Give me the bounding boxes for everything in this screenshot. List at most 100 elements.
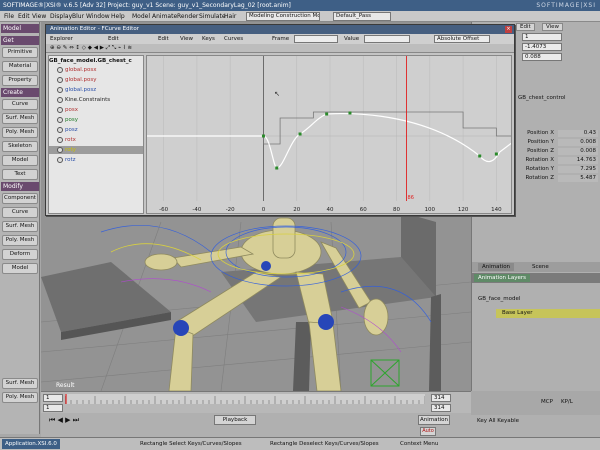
graph-background	[147, 56, 511, 213]
ae-menu-explorer[interactable]: Explorer	[50, 36, 73, 43]
tree-item[interactable]: global.posx	[49, 66, 143, 74]
menu-window[interactable]: Window	[86, 12, 110, 21]
tree-item[interactable]: posz	[49, 126, 143, 134]
param-rotation-x[interactable]: Rotation X 14.763	[518, 157, 600, 164]
transform-field-2[interactable]: -1.4073	[522, 43, 562, 51]
animation-editor-title-bar[interactable]: Animation Editor - FCurve Editor ×	[46, 25, 514, 34]
modify-surf-mesh-button[interactable]: Surf. Mesh	[2, 221, 38, 232]
menu-blur[interactable]: Blur	[72, 12, 84, 21]
param-position-x[interactable]: Position X 0.43	[518, 130, 600, 137]
mcp-button[interactable]: MCP	[541, 399, 553, 405]
frame-field[interactable]	[294, 35, 338, 43]
transform-field-3[interactable]: 0.088	[522, 53, 562, 61]
layer-item[interactable]: Base Layer	[496, 309, 600, 318]
tree-item[interactable]: posx	[49, 106, 143, 114]
current-frame-field[interactable]: 1	[43, 404, 63, 412]
create-poly-mesh-button[interactable]: Poly. Mesh	[2, 127, 38, 138]
transform-field-1[interactable]: 1	[522, 33, 562, 41]
modify-deform-button[interactable]: Deform	[2, 249, 38, 260]
tab-animation[interactable]: Animation	[478, 263, 515, 271]
key-all-keyable-label[interactable]: Key All Keyable	[477, 418, 519, 424]
toolbar-icons-strip[interactable]: ⊕ ⊖ ✎ ⇔ ↕ ◇ ◆ ◀ ▶ ⤢ ⤡ ⌁ ⌇ ≋	[50, 45, 132, 52]
value-field[interactable]	[364, 35, 410, 43]
kpl-button[interactable]: KP/L	[561, 399, 573, 405]
tab-scene[interactable]: Scene	[528, 263, 553, 271]
create-surf-mesh-button[interactable]: Surf. Mesh	[2, 113, 38, 124]
param-value[interactable]: 14.763	[558, 157, 598, 164]
create-text-button[interactable]: Text	[2, 169, 38, 180]
layers-root[interactable]: GB_face_model	[472, 295, 600, 304]
property-button[interactable]: Property	[2, 75, 38, 86]
ae-menu-keys[interactable]: Keys	[202, 36, 215, 43]
menu-model[interactable]: Model	[132, 12, 150, 21]
tree-item[interactable]: Kine.Constraints	[49, 96, 143, 104]
menu-help[interactable]: Help	[111, 12, 125, 21]
create-skeleton-button[interactable]: Skeleton	[2, 141, 38, 152]
toolbar-header-model[interactable]: Model	[1, 24, 39, 33]
animation-layers-title[interactable]: Animation Layers	[474, 274, 530, 282]
modify-curve-button[interactable]: Curve	[2, 207, 38, 218]
tab-view[interactable]: View	[542, 23, 564, 31]
tree-item[interactable]: roty	[49, 146, 143, 154]
timeline-end-field[interactable]: 314	[431, 394, 451, 402]
tree-item[interactable]: rotx	[49, 136, 143, 144]
poly-mesh-quick-button[interactable]: Poly. Mesh	[2, 392, 38, 403]
ae-menu-curves[interactable]: Curves	[224, 36, 243, 43]
explorer-root[interactable]: GB_face_model.GB_chest_c	[49, 57, 143, 65]
animation-layers-header: Animation Layers	[472, 273, 600, 283]
modify-component-button[interactable]: Component	[2, 193, 38, 204]
menu-render[interactable]: Render	[177, 12, 198, 21]
menu-hair[interactable]: Hair	[224, 12, 236, 21]
primitive-button[interactable]: Primitive	[2, 47, 38, 58]
param-value[interactable]: 0.008	[558, 148, 598, 155]
param-value[interactable]: 5.487	[558, 175, 598, 182]
keyframe-marker	[348, 111, 352, 115]
tree-item[interactable]: global.posz	[49, 86, 143, 94]
menu-view[interactable]: View	[32, 12, 46, 21]
param-label: Position Z	[527, 148, 554, 154]
tree-item[interactable]: global.posy	[49, 76, 143, 84]
material-button[interactable]: Material	[2, 61, 38, 72]
timeline-end-field-2[interactable]: 314	[431, 404, 451, 412]
fcurve-graph-svg[interactable]: -60 -40 -20 0 20 40 60 80 100 120 140 ↖ 86	[147, 56, 512, 214]
tree-item[interactable]: posy	[49, 116, 143, 124]
param-rotation-y[interactable]: Rotation Y 7.295	[518, 166, 600, 173]
tab-edit[interactable]: Edit	[516, 23, 535, 31]
timeline-ruler[interactable]	[65, 394, 425, 404]
keyframe-marker	[275, 166, 279, 170]
offset-dropdown[interactable]: Absolute Offset	[434, 35, 490, 43]
param-value[interactable]: 7.295	[558, 166, 598, 173]
param-value[interactable]: 0.43	[558, 130, 598, 137]
curve-node-icon	[57, 117, 63, 123]
param-position-y[interactable]: Position Y 0.008	[518, 139, 600, 146]
toolbar-header-create: Create	[1, 88, 39, 97]
surf-mesh-quick-button[interactable]: Surf. Mesh	[2, 378, 38, 389]
modify-poly-mesh-button[interactable]: Poly. Mesh	[2, 235, 38, 246]
close-icon[interactable]: ×	[505, 26, 512, 33]
modify-model-button[interactable]: Model	[2, 263, 38, 274]
curve-explorer[interactable]: GB_face_model.GB_chest_c global.posx glob…	[48, 55, 144, 214]
animation-button[interactable]: Animation	[418, 415, 450, 425]
menu-simulate[interactable]: Simulate	[199, 12, 226, 21]
create-model-button[interactable]: Model	[2, 155, 38, 166]
create-curve-button[interactable]: Curve	[2, 99, 38, 110]
ae-menu-view[interactable]: View	[180, 36, 193, 43]
transport-icons[interactable]: ⏮ ◀ ▶ ⏭	[49, 416, 79, 425]
menu-file[interactable]: File	[4, 12, 14, 21]
menu-animate[interactable]: Animate	[152, 12, 177, 21]
playback-button[interactable]: Playback	[214, 415, 256, 425]
menu-display[interactable]: Display	[50, 12, 72, 21]
fcurve-graph[interactable]: -60 -40 -20 0 20 40 60 80 100 120 140 ↖ 86	[146, 55, 512, 214]
pass-dropdown[interactable]: Default_Pass	[333, 12, 391, 21]
timeline-start-field[interactable]: 1	[43, 394, 63, 402]
auto-key-button[interactable]: Auto	[420, 427, 436, 436]
timeline-bar[interactable]: 1 314 314 1	[41, 391, 471, 413]
menu-edit[interactable]: Edit	[18, 12, 30, 21]
ae-menu-edit[interactable]: Edit	[108, 36, 119, 43]
param-value[interactable]: 0.008	[558, 139, 598, 146]
param-position-z[interactable]: Position Z 0.008	[518, 148, 600, 155]
ae-menu-edit-2[interactable]: Edit	[158, 36, 169, 43]
mode-dropdown[interactable]: Modeling Construction Mode	[246, 12, 320, 21]
tree-item[interactable]: rotz	[49, 156, 143, 164]
param-rotation-z[interactable]: Rotation Z 5.487	[518, 175, 600, 182]
